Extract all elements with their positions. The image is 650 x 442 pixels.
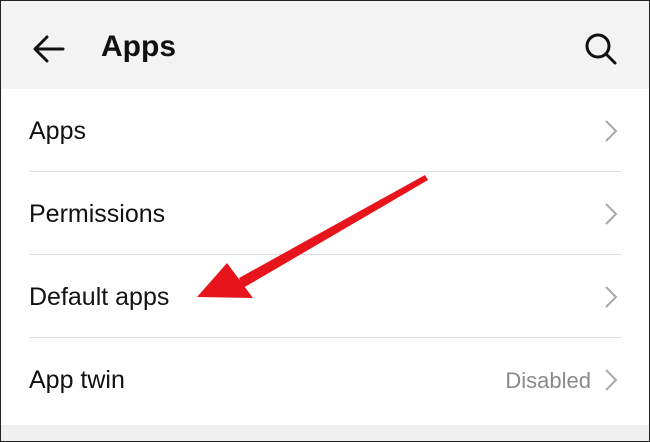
list-item-app-twin[interactable]: App twin Disabled <box>1 338 649 421</box>
list-item-label: Apps <box>29 117 86 145</box>
back-button[interactable] <box>23 23 75 75</box>
list-item-label: Permissions <box>29 200 166 228</box>
chevron-right-icon <box>605 120 618 142</box>
list-item-label: Default apps <box>29 283 170 311</box>
search-icon <box>585 33 617 65</box>
chevron-right-icon <box>605 286 618 308</box>
list-item-permissions[interactable]: Permissions <box>1 172 649 255</box>
back-arrow-icon <box>33 35 65 63</box>
list-item-value: Disabled <box>505 368 591 393</box>
app-bar: Apps <box>1 1 649 89</box>
list-item-label: App twin <box>29 366 125 394</box>
settings-list: Apps Permissions Default apps App twin D… <box>1 89 649 421</box>
chevron-right-icon <box>605 203 618 225</box>
page-title: Apps <box>101 30 176 63</box>
screenshot-frame: Apps Apps Permissions Default apps App t… <box>0 0 650 442</box>
chevron-right-icon <box>605 369 618 391</box>
list-item-apps[interactable]: Apps <box>1 89 649 172</box>
bottom-spacer <box>1 425 649 441</box>
list-item-default-apps[interactable]: Default apps <box>1 255 649 338</box>
search-button[interactable] <box>573 23 629 75</box>
